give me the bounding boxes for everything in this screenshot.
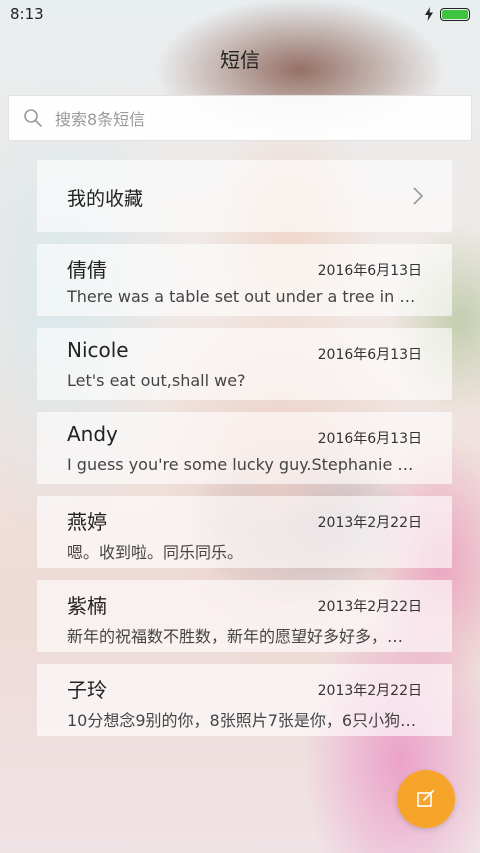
conversation-item[interactable]: Andy 2016年6月13日 I guess you're some luck… xyxy=(37,412,452,484)
search-input[interactable]: 搜索8条短信 xyxy=(8,95,472,141)
message-date: 2013年2月22日 xyxy=(317,599,422,615)
search-icon xyxy=(24,109,42,127)
message-preview: I guess you're some lucky guy.Stephanie … xyxy=(67,455,417,474)
compose-icon xyxy=(417,790,434,807)
contact-name: 燕婷 xyxy=(67,510,107,534)
status-icons xyxy=(424,7,470,21)
favorites-label: 我的收藏 xyxy=(67,188,144,210)
message-date: 2016年6月13日 xyxy=(317,347,422,363)
message-date: 2016年6月13日 xyxy=(317,431,422,447)
compose-button[interactable] xyxy=(397,770,455,828)
conversation-item[interactable]: 紫楠 2013年2月22日 新年的祝福数不胜数，新年的愿望好多好多，新... xyxy=(37,580,452,652)
clock: 8:13 xyxy=(10,5,44,23)
message-preview: There was a table set out under a tree i… xyxy=(67,287,417,306)
search-placeholder: 搜索8条短信 xyxy=(55,110,146,129)
message-preview: Let's eat out,shall we? xyxy=(67,371,246,390)
message-date: 2016年6月13日 xyxy=(317,263,422,279)
message-preview: 10分想念9别的你，8张照片7张是你，6只小狗5只... xyxy=(67,711,417,730)
contact-name: 倩倩 xyxy=(67,258,107,282)
battery-icon xyxy=(440,7,470,21)
contact-name: Nicole xyxy=(67,338,129,362)
chevron-right-icon xyxy=(413,187,424,205)
conversation-item[interactable]: 燕婷 2013年2月22日 嗯。收到啦。同乐同乐。 xyxy=(37,496,452,568)
page-title: 短信 xyxy=(220,48,260,72)
battery-level xyxy=(442,9,468,19)
message-preview: 嗯。收到啦。同乐同乐。 xyxy=(67,543,244,562)
message-date: 2013年2月22日 xyxy=(317,515,422,531)
conversation-item[interactable]: 倩倩 2016年6月13日 There was a table set out … xyxy=(37,244,452,316)
contact-name: 子玲 xyxy=(67,678,107,702)
conversation-item[interactable]: 子玲 2013年2月22日 10分想念9别的你，8张照片7张是你，6只小狗5只.… xyxy=(37,664,452,736)
conversation-item[interactable]: Nicole 2016年6月13日 Let's eat out,shall we… xyxy=(37,328,452,400)
contact-name: 紫楠 xyxy=(67,594,107,618)
status-bar: 8:13 xyxy=(0,0,480,28)
contact-name: Andy xyxy=(67,422,118,446)
charging-icon xyxy=(425,7,433,21)
message-preview: 新年的祝福数不胜数，新年的愿望好多好多，新... xyxy=(67,627,417,646)
message-date: 2013年2月22日 xyxy=(317,683,422,699)
favorites-item[interactable]: 我的收藏 xyxy=(37,160,452,232)
